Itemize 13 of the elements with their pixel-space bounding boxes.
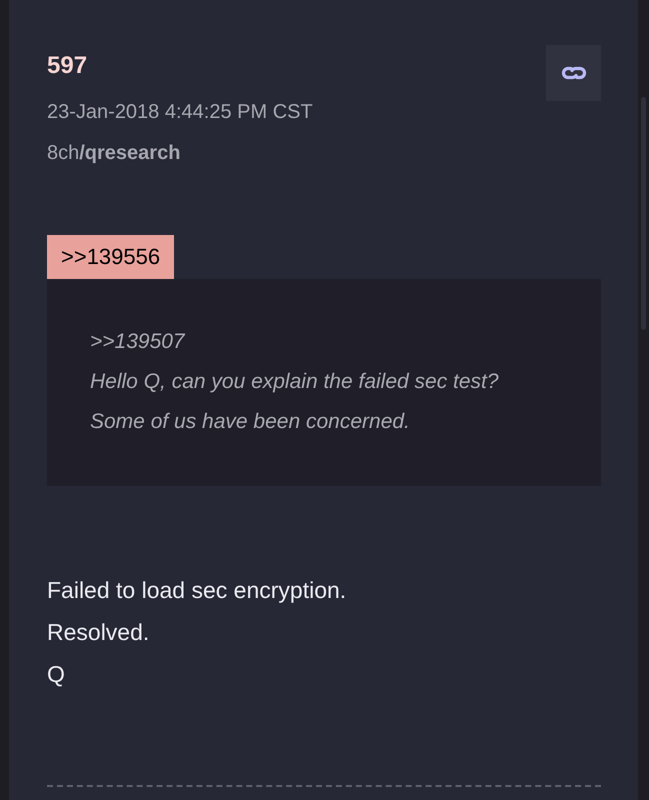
quote-text: Hello Q, can you explain the failed sec test? [90, 369, 500, 395]
link-icon [560, 65, 588, 81]
scrollbar-thumb[interactable] [641, 97, 646, 330]
quote-text: Some of us have been concerned. [90, 409, 411, 435]
post-text: Failed to load sec encryption. [47, 576, 348, 605]
link-button[interactable] [546, 45, 601, 101]
reply-link[interactable]: >>139556 [47, 235, 174, 279]
post-number: 597 [47, 51, 88, 81]
board-name: 8ch/qresearch [47, 141, 182, 166]
post-timestamp: 23-Jan-2018 4:44:25 PM CST [47, 100, 313, 125]
post-text: Resolved. [47, 618, 150, 647]
quoted-post-link[interactable]: >>139507 [90, 322, 601, 362]
post-text: Q [47, 660, 66, 689]
